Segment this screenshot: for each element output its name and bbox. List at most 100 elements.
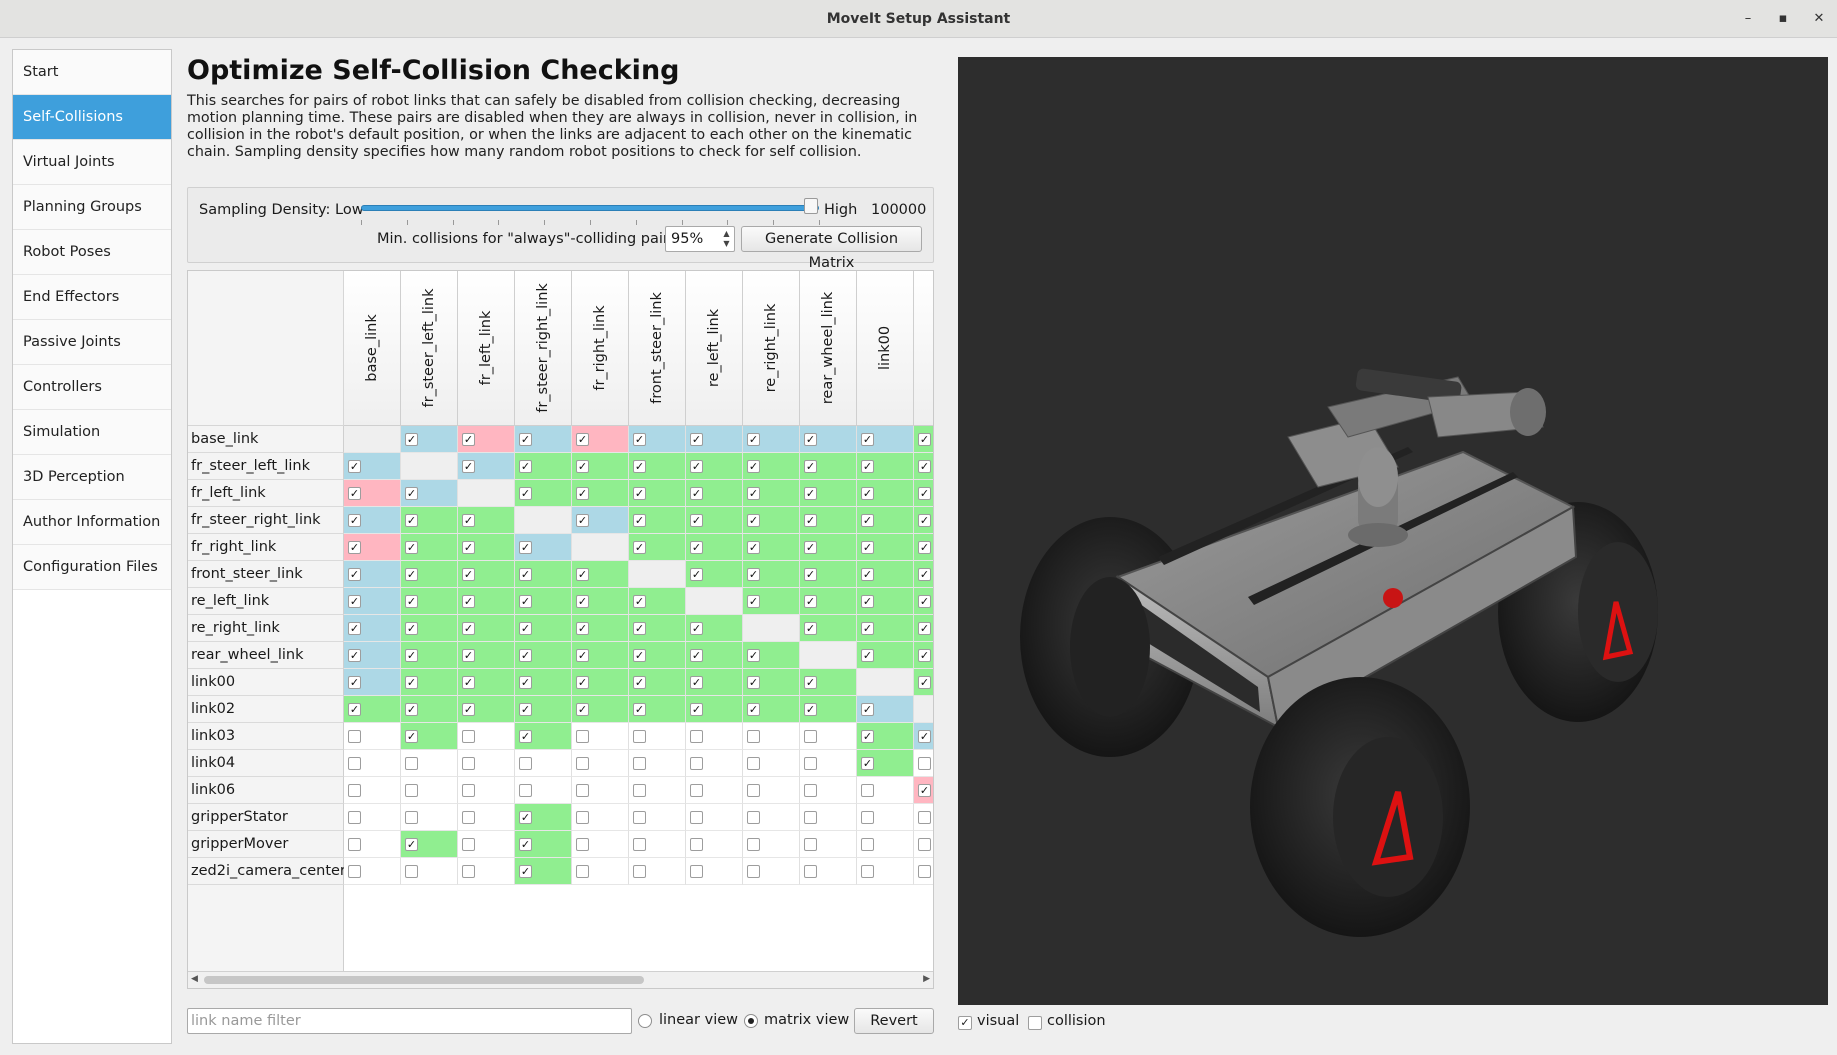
matrix-cell[interactable]: ✓ <box>458 561 515 588</box>
cell-checkbox[interactable]: ✓ <box>405 433 418 446</box>
matrix-cell[interactable] <box>515 777 572 804</box>
matrix-cell[interactable]: ✓ <box>743 561 800 588</box>
row-header[interactable]: front_steer_link <box>188 561 344 588</box>
matrix-cell[interactable]: ✓ <box>857 750 914 777</box>
matrix-cell[interactable]: ✓ <box>515 480 572 507</box>
cell-checkbox[interactable] <box>861 838 874 851</box>
matrix-cell[interactable] <box>914 831 933 858</box>
cell-checkbox[interactable]: ✓ <box>804 514 817 527</box>
matrix-cell[interactable] <box>686 858 743 885</box>
matrix-cell[interactable]: ✓ <box>629 696 686 723</box>
column-header[interactable]: rear_wheel_link <box>800 271 857 426</box>
matrix-cell[interactable] <box>344 858 401 885</box>
matrix-cell[interactable]: ✓ <box>515 588 572 615</box>
matrix-cell[interactable]: ✓ <box>857 561 914 588</box>
row-header[interactable]: gripperMover <box>188 831 344 858</box>
cell-checkbox[interactable] <box>462 865 475 878</box>
cell-checkbox[interactable]: ✓ <box>918 784 931 797</box>
matrix-cell[interactable] <box>629 561 686 588</box>
cell-checkbox[interactable]: ✓ <box>804 487 817 500</box>
matrix-cell[interactable] <box>800 750 857 777</box>
matrix-cell[interactable]: ✓ <box>686 615 743 642</box>
matrix-cell[interactable]: ✓ <box>401 723 458 750</box>
cell-checkbox[interactable]: ✓ <box>405 487 418 500</box>
scroll-right-icon[interactable]: ▶ <box>923 974 930 984</box>
cell-checkbox[interactable]: ✓ <box>519 865 532 878</box>
cell-checkbox[interactable] <box>462 838 475 851</box>
matrix-cell[interactable]: ✓ <box>800 669 857 696</box>
cell-checkbox[interactable]: ✓ <box>462 568 475 581</box>
matrix-cell[interactable] <box>629 804 686 831</box>
sidebar-item-passive-joints[interactable]: Passive Joints <box>13 320 171 365</box>
cell-checkbox[interactable] <box>918 811 931 824</box>
cell-checkbox[interactable] <box>576 811 589 824</box>
matrix-cell[interactable]: ✓ <box>743 588 800 615</box>
linear-view-label[interactable]: linear view <box>659 1012 738 1028</box>
matrix-cell[interactable]: ✓ <box>686 561 743 588</box>
cell-checkbox[interactable]: ✓ <box>348 568 361 581</box>
matrix-cell[interactable] <box>800 642 857 669</box>
cell-checkbox[interactable]: ✓ <box>918 595 931 608</box>
row-header[interactable]: rear_wheel_link <box>188 642 344 669</box>
matrix-cell[interactable]: ✓ <box>515 696 572 723</box>
scroll-left-icon[interactable]: ◀ <box>191 974 198 984</box>
matrix-cell[interactable]: ✓ <box>515 804 572 831</box>
close-icon[interactable]: ✕ <box>1808 8 1830 30</box>
row-header[interactable]: fr_right_link <box>188 534 344 561</box>
cell-checkbox[interactable]: ✓ <box>519 460 532 473</box>
cell-checkbox[interactable] <box>861 784 874 797</box>
matrix-cell[interactable] <box>344 777 401 804</box>
matrix-cell[interactable]: ✓ <box>914 777 933 804</box>
cell-checkbox[interactable] <box>405 784 418 797</box>
matrix-cell[interactable]: ✓ <box>515 453 572 480</box>
matrix-cell[interactable]: ✓ <box>629 453 686 480</box>
column-header[interactable]: fr_steer_right_link <box>515 271 572 426</box>
cell-checkbox[interactable] <box>918 757 931 770</box>
cell-checkbox[interactable]: ✓ <box>861 730 874 743</box>
matrix-cell[interactable]: ✓ <box>743 426 800 453</box>
matrix-cell[interactable]: ✓ <box>743 507 800 534</box>
matrix-cell[interactable]: ✓ <box>515 858 572 885</box>
matrix-cell[interactable] <box>458 480 515 507</box>
matrix-cell[interactable]: ✓ <box>344 453 401 480</box>
cell-checkbox[interactable]: ✓ <box>747 649 760 662</box>
matrix-cell[interactable] <box>743 777 800 804</box>
cell-checkbox[interactable]: ✓ <box>576 568 589 581</box>
robot-3d-viewer[interactable] <box>958 57 1828 1005</box>
matrix-cell[interactable] <box>743 831 800 858</box>
cell-checkbox[interactable]: ✓ <box>405 568 418 581</box>
cell-checkbox[interactable]: ✓ <box>462 703 475 716</box>
cell-checkbox[interactable] <box>405 757 418 770</box>
matrix-cell[interactable] <box>914 858 933 885</box>
row-header[interactable]: fr_steer_right_link <box>188 507 344 534</box>
cell-checkbox[interactable]: ✓ <box>462 622 475 635</box>
cell-checkbox[interactable] <box>804 838 817 851</box>
matrix-cell[interactable]: ✓ <box>344 534 401 561</box>
cell-checkbox[interactable]: ✓ <box>633 541 646 554</box>
matrix-cell[interactable] <box>401 804 458 831</box>
cell-checkbox[interactable]: ✓ <box>918 433 931 446</box>
cell-checkbox[interactable] <box>576 838 589 851</box>
matrix-cell[interactable] <box>800 723 857 750</box>
matrix-cell[interactable] <box>800 858 857 885</box>
cell-checkbox[interactable] <box>747 730 760 743</box>
matrix-cell[interactable]: ✓ <box>572 561 629 588</box>
matrix-cell[interactable]: ✓ <box>572 669 629 696</box>
cell-checkbox[interactable]: ✓ <box>690 568 703 581</box>
matrix-cell[interactable] <box>458 723 515 750</box>
matrix-cell[interactable]: ✓ <box>686 696 743 723</box>
cell-checkbox[interactable]: ✓ <box>576 622 589 635</box>
cell-checkbox[interactable] <box>405 865 418 878</box>
row-header[interactable]: link06 <box>188 777 344 804</box>
cell-checkbox[interactable] <box>747 865 760 878</box>
matrix-cell[interactable]: ✓ <box>629 642 686 669</box>
cell-checkbox[interactable]: ✓ <box>462 433 475 446</box>
matrix-cell[interactable]: ✓ <box>629 588 686 615</box>
column-header[interactable]: link00 <box>857 271 914 426</box>
matrix-cell[interactable] <box>572 534 629 561</box>
matrix-cell[interactable] <box>743 750 800 777</box>
matrix-cell[interactable]: ✓ <box>458 615 515 642</box>
matrix-cell[interactable] <box>686 777 743 804</box>
sidebar-item-controllers[interactable]: Controllers <box>13 365 171 410</box>
matrix-cell[interactable]: ✓ <box>857 480 914 507</box>
